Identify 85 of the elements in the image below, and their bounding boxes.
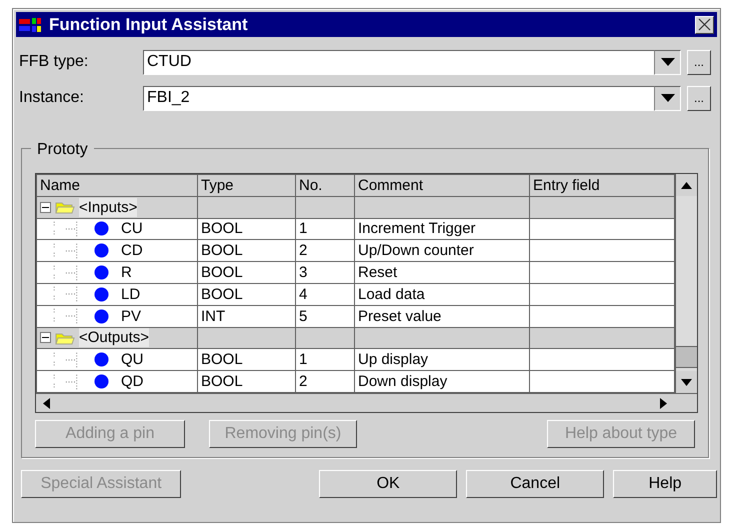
- table-cell: Up display: [354, 348, 530, 371]
- dropdown-button[interactable]: [654, 86, 681, 110]
- column-header[interactable]: Type: [198, 174, 296, 196]
- up-arrow-icon: [681, 182, 692, 188]
- pin-dot-icon: [94, 308, 109, 324]
- pin-name: QU: [121, 350, 144, 370]
- table-cell: Up/Down counter: [354, 240, 530, 262]
- field-label: Instance:: [19, 88, 85, 108]
- down-arrow-icon: [681, 378, 692, 386]
- pin-name: CU: [121, 219, 143, 238]
- tree-cell[interactable]: <Outputs>: [36, 327, 198, 349]
- tree-cell[interactable]: QD: [36, 370, 198, 392]
- combo-field[interactable]: FBI_2: [143, 86, 654, 110]
- tree-cell[interactable]: QU: [36, 348, 198, 371]
- collapse-icon[interactable]: [40, 332, 51, 344]
- dialog-button[interactable]: OK: [319, 470, 458, 498]
- table-cell: BOOL: [198, 240, 296, 262]
- pin-dot-icon: [94, 243, 109, 258]
- pin-name: QD: [121, 372, 144, 392]
- table-cell: BOOL: [198, 218, 296, 240]
- column-header[interactable]: Name: [36, 174, 198, 196]
- entry-cell[interactable]: [530, 218, 674, 240]
- column-header[interactable]: Comment: [354, 174, 530, 196]
- table-cell: Down display: [354, 370, 530, 392]
- table-cell: 4: [296, 283, 354, 306]
- table-cell: 1: [296, 218, 354, 240]
- close-button[interactable]: [695, 16, 714, 34]
- pin-dot-icon: [94, 265, 109, 280]
- pin-name: PV: [121, 306, 142, 326]
- dropdown-button[interactable]: [654, 50, 681, 74]
- left-arrow-icon: [42, 398, 50, 408]
- table-cell: Reset: [354, 262, 530, 284]
- entry-cell[interactable]: [530, 240, 674, 262]
- entry-cell[interactable]: [530, 283, 674, 306]
- dialog-button[interactable]: Cancel: [466, 470, 604, 498]
- tree-cell[interactable]: LD: [36, 283, 198, 306]
- pin-dot-icon: [94, 352, 109, 368]
- tree-cell[interactable]: R: [36, 262, 198, 284]
- pin-name: CD: [121, 241, 143, 260]
- tree-cell[interactable]: CD: [36, 240, 198, 262]
- browse-button[interactable]: ...: [687, 86, 711, 110]
- entry-cell[interactable]: [530, 348, 674, 371]
- table-cell: 2: [296, 240, 354, 262]
- dropdown-arrow-icon: [660, 94, 674, 102]
- horizontal-scrollbar[interactable]: [36, 393, 697, 412]
- collapse-icon[interactable]: [40, 202, 51, 213]
- pin-name: R: [121, 263, 132, 282]
- table-cell: 1: [296, 348, 354, 371]
- column-header[interactable]: No.: [296, 174, 354, 196]
- column-header[interactable]: Entry field: [530, 174, 674, 196]
- table-cell: 5: [296, 305, 354, 328]
- tree-cell[interactable]: CU: [36, 218, 198, 240]
- table-cell: 2: [296, 370, 354, 392]
- window-title: Function Input Assistant: [49, 14, 249, 36]
- scroll-down-button[interactable]: [676, 371, 697, 393]
- table-cell: 3: [296, 262, 354, 284]
- scroll-thumb[interactable]: [676, 346, 697, 368]
- group-name: <Outputs>: [79, 328, 150, 348]
- app-icon: [19, 16, 41, 32]
- pin-name: LD: [121, 284, 140, 304]
- table-cell: Preset value: [354, 305, 530, 328]
- table-cell: Load data: [354, 283, 530, 306]
- table-cell: Increment Trigger: [354, 218, 530, 240]
- entry-cell[interactable]: [530, 262, 674, 284]
- dialog-button[interactable]: Help: [613, 470, 717, 498]
- dropdown-arrow-icon: [660, 58, 674, 66]
- pin-dot-icon: [94, 221, 109, 236]
- table-cell: BOOL: [198, 262, 296, 284]
- entry-cell[interactable]: [530, 305, 674, 328]
- vertical-scrollbar[interactable]: [675, 174, 697, 393]
- scroll-up-button[interactable]: [676, 174, 697, 196]
- group-name: <Inputs>: [79, 198, 138, 217]
- tree-cell[interactable]: <Inputs>: [36, 196, 198, 218]
- pin-dot-icon: [94, 374, 109, 390]
- tree-cell[interactable]: PV: [36, 305, 198, 328]
- entry-cell[interactable]: [530, 370, 674, 392]
- browse-button[interactable]: ...: [687, 50, 711, 74]
- table-cell: BOOL: [198, 283, 296, 306]
- field-label: FFB type:: [19, 52, 90, 72]
- table-cell: BOOL: [198, 370, 296, 392]
- pin-dot-icon: [94, 286, 109, 302]
- right-arrow-icon: [660, 398, 666, 408]
- combo-field[interactable]: CTUD: [143, 50, 654, 74]
- table-cell: INT: [198, 305, 296, 328]
- table-cell: BOOL: [198, 348, 296, 371]
